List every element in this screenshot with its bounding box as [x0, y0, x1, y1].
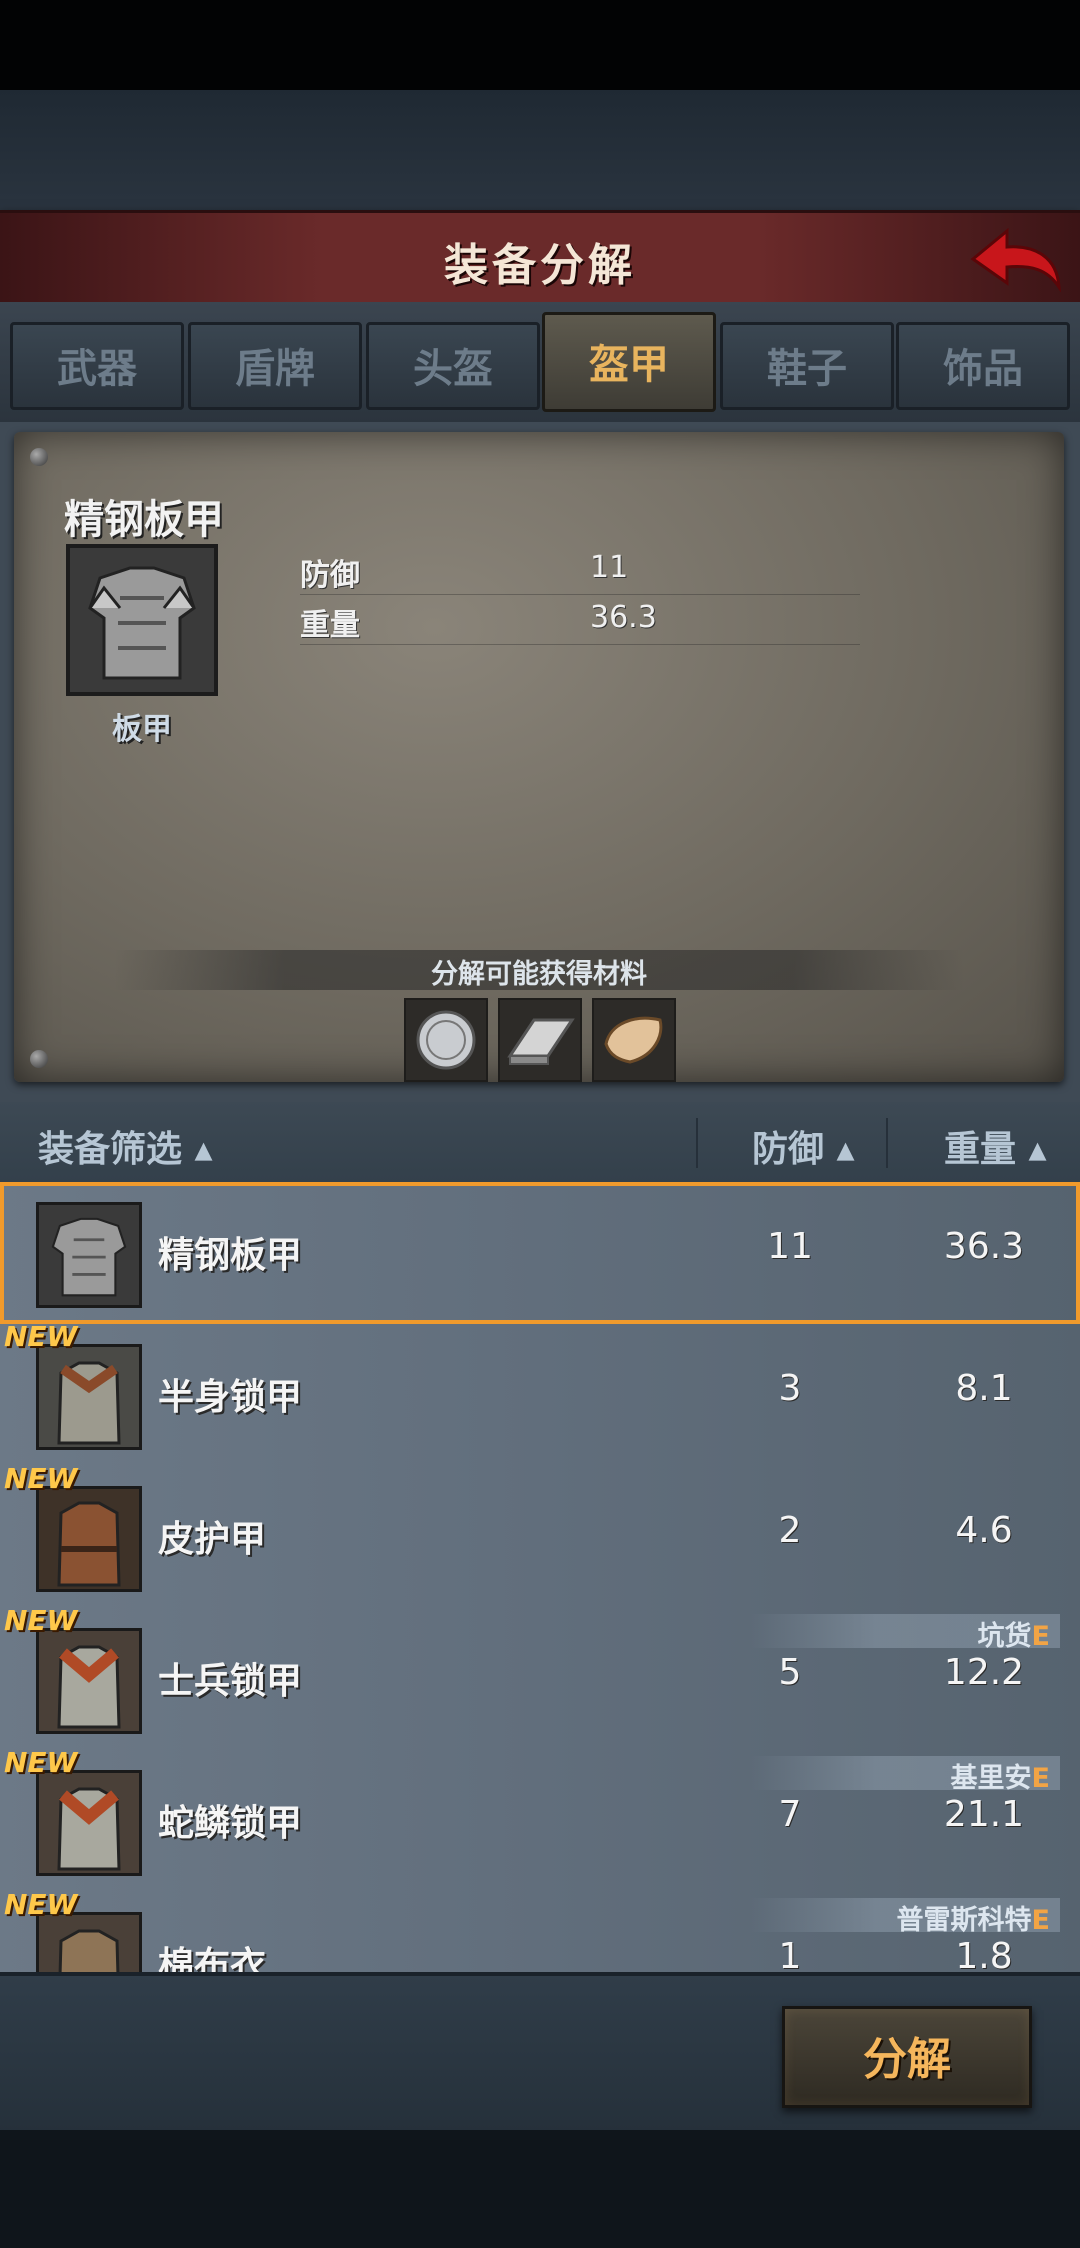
tab-armor[interactable]: 盔甲	[542, 312, 716, 412]
item-weight: 12.2	[943, 1652, 1025, 1693]
status-bar	[0, 0, 1080, 90]
filter-bar: 装备筛选 ▴ 防御 ▴ 重量 ▴	[0, 1102, 1080, 1182]
stat-row-defense: 防御 11	[300, 546, 860, 595]
item-defense: 1	[778, 1936, 802, 1972]
navigation-bar	[0, 2130, 1080, 2248]
tab-shields[interactable]: 盾牌	[188, 322, 362, 410]
stat-value: 11	[590, 550, 629, 585]
item-name: 半身锁甲	[158, 1377, 303, 1418]
sort-weight-button[interactable]: 重量 ▴	[944, 1120, 1047, 1172]
item-name: 精钢板甲	[158, 1235, 303, 1276]
cloth-armor-icon	[36, 1912, 142, 1972]
tab-shoes[interactable]: 鞋子	[720, 322, 894, 410]
item-weight: 21.1	[943, 1794, 1025, 1835]
equipment-list: 精钢板甲 11 36.3 NEW 半身锁甲 3 8.1 NEW 皮护甲 2 4.…	[0, 1182, 1080, 1972]
item-weight: 8.1	[955, 1368, 1013, 1409]
tab-weapons[interactable]: 武器	[10, 322, 184, 410]
item-weight: 4.6	[955, 1510, 1013, 1551]
list-item[interactable]: NEW 半身锁甲 3 8.1	[0, 1320, 1080, 1468]
rivet-icon	[30, 1050, 48, 1068]
decompose-button[interactable]: 分解	[782, 2006, 1032, 2108]
list-item[interactable]: 基里安E NEW 蛇鳞锁甲 7 21.1	[0, 1746, 1080, 1894]
plate-armor-icon	[66, 544, 218, 696]
equipment-filter-button[interactable]: 装备筛选 ▴	[38, 1120, 213, 1172]
item-detail-panel: 精钢板甲 板甲 防御 11 重量 36.3 分解可能获得材料	[14, 432, 1064, 1082]
divider	[696, 1118, 698, 1168]
detail-item-name: 精钢板甲	[64, 497, 224, 543]
leather-hide-icon[interactable]	[592, 998, 676, 1082]
owner-label: 基里安E	[950, 1763, 1050, 1794]
item-name: 棉布衣	[158, 1945, 267, 1972]
item-defense: 7	[778, 1794, 802, 1835]
list-item[interactable]: 普雷斯科特E NEW 棉布衣 1 1.8	[0, 1888, 1080, 1972]
stat-label: 重量	[300, 608, 360, 643]
iron-ingot-icon[interactable]	[498, 998, 582, 1082]
plate-armor-icon	[36, 1202, 142, 1308]
scale-chainmail-icon	[36, 1770, 142, 1876]
item-defense: 2	[778, 1510, 802, 1551]
top-spacer	[0, 90, 1080, 210]
chainmail-icon	[36, 1344, 142, 1450]
item-name: 士兵锁甲	[158, 1661, 303, 1702]
new-badge: NEW	[4, 1320, 78, 1353]
list-item[interactable]: 精钢板甲 11 36.3	[0, 1182, 1080, 1326]
list-item[interactable]: 坑货E NEW 士兵锁甲 5 12.2	[0, 1604, 1080, 1752]
list-item[interactable]: NEW 皮护甲 2 4.6	[0, 1462, 1080, 1610]
new-badge: NEW	[4, 1604, 78, 1637]
back-button[interactable]	[965, 221, 1065, 301]
item-defense: 3	[778, 1368, 802, 1409]
soldier-chainmail-icon	[36, 1628, 142, 1734]
leather-armor-icon	[36, 1486, 142, 1592]
new-badge: NEW	[4, 1888, 78, 1921]
page-title: 装备分解	[444, 240, 636, 291]
new-badge: NEW	[4, 1462, 78, 1495]
rivet-icon	[30, 448, 48, 466]
stat-value: 36.3	[590, 600, 657, 635]
category-tabs: 武器 盾牌 头盔 盔甲 鞋子 饰品	[0, 302, 1080, 422]
item-weight: 1.8	[955, 1936, 1013, 1972]
item-defense: 11	[767, 1226, 813, 1267]
title-bar: 装备分解	[0, 210, 1080, 309]
stat-row-weight: 重量 36.3	[300, 596, 860, 645]
silver-coin-icon[interactable]	[404, 998, 488, 1082]
new-badge: NEW	[4, 1746, 78, 1779]
tab-helmets[interactable]: 头盔	[366, 322, 540, 410]
tab-accessories[interactable]: 饰品	[896, 322, 1070, 410]
item-weight: 36.3	[943, 1226, 1025, 1267]
sort-defense-button[interactable]: 防御 ▴	[752, 1120, 855, 1172]
item-defense: 5	[778, 1652, 802, 1693]
bottom-bar: 分解	[0, 1972, 1080, 2134]
item-name: 蛇鳞锁甲	[158, 1803, 303, 1844]
detail-item-type: 板甲	[112, 712, 172, 747]
owner-label: 普雷斯科特E	[896, 1905, 1050, 1936]
divider	[886, 1118, 888, 1168]
stat-label: 防御	[300, 558, 360, 593]
back-arrow-icon	[970, 227, 1061, 293]
owner-label: 坑货E	[977, 1621, 1050, 1652]
materials-label: 分解可能获得材料	[431, 959, 647, 990]
item-name: 皮护甲	[158, 1519, 267, 1560]
